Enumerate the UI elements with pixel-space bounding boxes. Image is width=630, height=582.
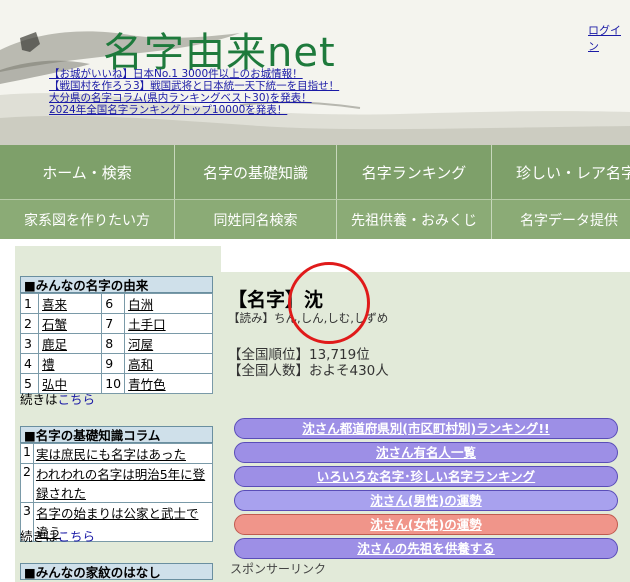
more-link[interactable]: こちら — [58, 529, 96, 544]
rank-number: 1 — [20, 293, 39, 314]
table-row: 2 われわれの名字は明治5年に登録された — [20, 463, 214, 503]
basics-column-box: ■名字の基礎知識コラム 1 実は庶民にも名字はあった 2 われわれの名字は明治5… — [20, 426, 214, 542]
sub-nav: 家系図を作りたい方 同姓同名検索 先祖供養・おみくじ 名字データ提供 — [0, 199, 630, 239]
nav-ranking[interactable]: 名字ランキング — [337, 145, 492, 199]
count-label: 【全国人数】 — [228, 363, 309, 379]
rank-number: 9 — [101, 353, 126, 374]
ranking-title: ■みんなの名字の由来 — [20, 276, 213, 293]
column-number: 2 — [20, 463, 34, 503]
rank-info: 【全国順位】13,719位 【全国人数】およそ430人 — [228, 347, 389, 379]
site-header: 名字由来net ログイン 【お城がいいね】日本No.1 3000件以上のお城情報… — [0, 0, 630, 145]
nav-basics[interactable]: 名字の基礎知識 — [175, 145, 337, 199]
rank-label: 【全国順位】 — [228, 347, 309, 363]
column-title: ■名字の基礎知識コラム — [20, 426, 213, 443]
more-prefix: 続きは — [20, 529, 58, 544]
surname-link[interactable]: 河屋 — [128, 337, 153, 352]
surname-link[interactable]: 禮 — [42, 357, 55, 372]
table-row: 2 石蟹 7 土手口 — [20, 313, 213, 334]
column-link[interactable]: 実は庶民にも名字はあった — [36, 447, 186, 462]
nav-data-provision[interactable]: 名字データ提供 — [492, 200, 630, 239]
table-row: 3 鹿足 8 河屋 — [20, 333, 213, 354]
rank-value: 13,719位 — [309, 347, 370, 363]
main-nav: ホーム・検索 名字の基礎知識 名字ランキング 珍しい・レア名字 — [0, 145, 630, 199]
news-link[interactable]: 2024年全国名字ランキングトップ10000を発表！ — [49, 104, 339, 116]
ranking-more: 続きはこちら — [20, 389, 95, 408]
news-link[interactable]: 【戦国村を作ろう3】戦国武将と日本統一天下統一を目指せ！ — [49, 80, 339, 92]
ancestor-memorial-button[interactable]: 沈さんの先祖を供養する — [234, 538, 618, 559]
rank-number: 7 — [101, 313, 126, 334]
rank-number: 4 — [20, 353, 39, 374]
count-value: およそ430人 — [309, 363, 389, 379]
surname-link[interactable]: 白洲 — [128, 297, 153, 312]
rank-number: 8 — [101, 333, 126, 354]
rank-number: 2 — [20, 313, 39, 334]
male-fortune-button[interactable]: 沈さん(男性)の運勢 — [234, 490, 618, 511]
sponsor-link-label: スポンサーリンク — [230, 562, 327, 576]
table-row: 4 禮 9 高和 — [20, 353, 213, 374]
nav-family-tree[interactable]: 家系図を作りたい方 — [0, 200, 175, 239]
login-link[interactable]: ログイン — [588, 22, 630, 54]
more-prefix: 続きは — [20, 392, 58, 407]
surname-link[interactable]: 土手口 — [128, 317, 166, 332]
rank-number: 3 — [20, 333, 39, 354]
news-link[interactable]: 【お城がいいね】日本No.1 3000件以上のお城情報！ — [49, 68, 339, 80]
ranking-table: 1 喜来 6 白洲 2 石蟹 7 土手口 3 鹿足 8 河屋 4 禮 9 高和 … — [20, 293, 213, 394]
surname-origin-ranking: ■みんなの名字の由来 1 喜来 6 白洲 2 石蟹 7 土手口 3 鹿足 8 河… — [20, 276, 213, 394]
celebrities-button[interactable]: 沈さん有名人一覧 — [234, 442, 618, 463]
column-more: 続きはこちら — [20, 526, 95, 545]
family-crest-box: ■みんなの家紋のはなし — [20, 563, 213, 580]
crest-title: ■みんなの家紋のはなし — [20, 563, 213, 580]
nav-rare-names[interactable]: 珍しい・レア名字 — [492, 145, 630, 199]
surname-link[interactable]: 青竹色 — [128, 377, 166, 392]
rank-number: 6 — [101, 293, 126, 314]
rank-number: 10 — [101, 373, 126, 394]
highlight-circle — [288, 262, 370, 344]
rare-names-button[interactable]: いろいろな名字･珍しい名字ランキング — [234, 466, 618, 487]
surname-link[interactable]: 鹿足 — [42, 337, 67, 352]
surname-link[interactable]: 石蟹 — [42, 317, 67, 332]
column-number: 1 — [20, 443, 34, 464]
prefecture-ranking-button[interactable]: 沈さん都道府県別(市区町村別)ランキング!! — [234, 418, 618, 439]
column-link[interactable]: われわれの名字は明治5年に登録された — [36, 467, 205, 501]
female-fortune-button[interactable]: 沈さん(女性)の運勢 — [234, 514, 618, 535]
nav-same-name-search[interactable]: 同姓同名検索 — [175, 200, 337, 239]
table-row: 1 喜来 6 白洲 — [20, 293, 213, 314]
news-link[interactable]: 大分県の名字コラム(県内ランキングベスト30)を発表！ — [49, 92, 339, 104]
surname-link[interactable]: 高和 — [128, 357, 153, 372]
surname-link[interactable]: 喜来 — [42, 297, 67, 312]
nav-home-search[interactable]: ホーム・検索 — [0, 145, 175, 199]
news-list: 【お城がいいね】日本No.1 3000件以上のお城情報！ 【戦国村を作ろう3】戦… — [49, 68, 339, 116]
more-link[interactable]: こちら — [58, 392, 96, 407]
nav-ancestor-memorial[interactable]: 先祖供養・おみくじ — [337, 200, 492, 239]
table-row: 1 実は庶民にも名字はあった — [20, 443, 214, 464]
